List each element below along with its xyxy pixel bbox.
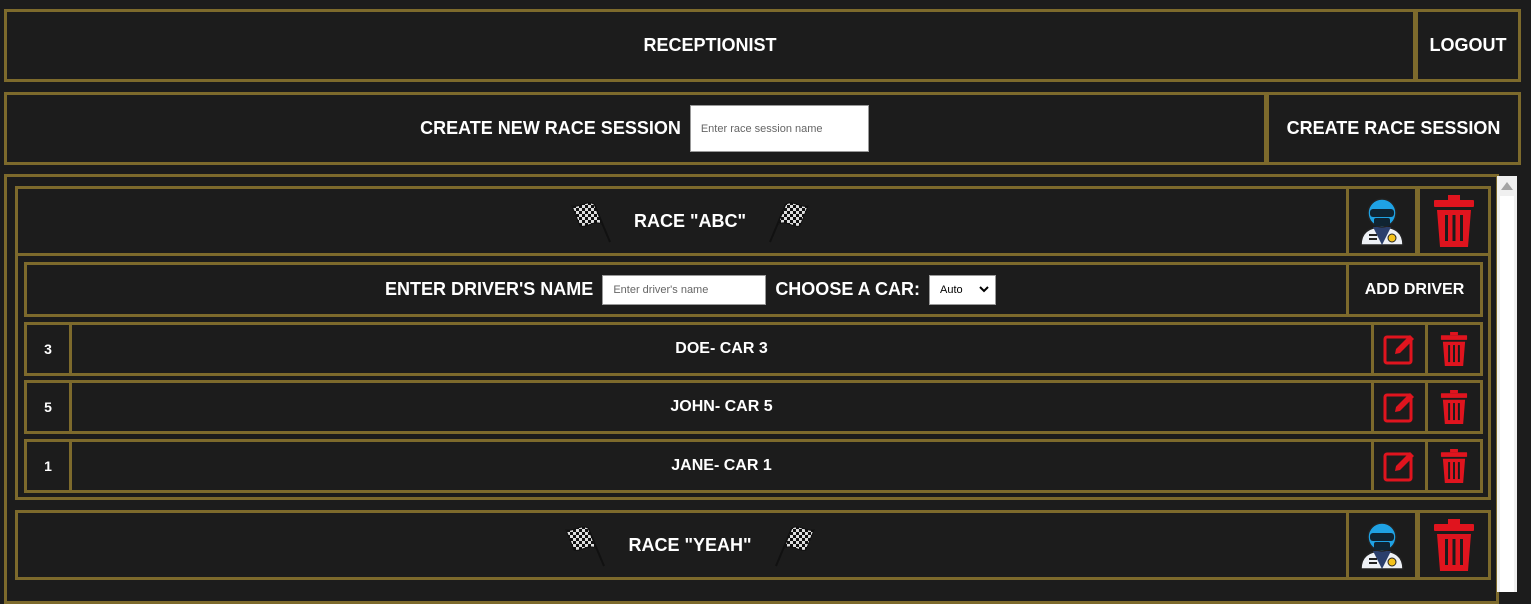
trash-icon — [1434, 195, 1474, 247]
driver-name-input[interactable] — [602, 274, 767, 305]
chevron-down-icon — [979, 286, 989, 293]
delete-race-button[interactable] — [1417, 186, 1491, 256]
choose-car-label: CHOOSE A CAR: — [775, 279, 920, 299]
driver-name-label: ENTER DRIVER'S NAME — [385, 279, 594, 299]
logout-label: LOGOUT — [1429, 35, 1507, 55]
checkered-flag-icon — [571, 202, 611, 243]
assign-drivers-button[interactable] — [1346, 186, 1418, 256]
add-driver-button[interactable]: ADD DRIVER — [1346, 262, 1483, 317]
page-title: RECEPTIONIST — [643, 35, 777, 55]
driver-label: DOE- CAR 3 — [675, 340, 768, 357]
delete-driver-button[interactable] — [1425, 322, 1483, 376]
driver-row: JANE- CAR 1 — [69, 439, 1374, 493]
edit-icon — [1383, 393, 1414, 423]
trash-icon — [1440, 449, 1468, 483]
create-race-session-label: CREATE RACE SESSION — [1286, 118, 1501, 138]
trash-icon — [1440, 390, 1468, 424]
car-select[interactable]: Auto — [928, 274, 996, 305]
edit-driver-button[interactable] — [1371, 439, 1428, 493]
add-driver-label: ADD DRIVER — [1364, 280, 1465, 298]
create-session-bar: CREATE NEW RACE SESSION — [4, 92, 1267, 165]
checkered-flag-icon — [774, 526, 815, 567]
edit-icon — [1383, 452, 1414, 482]
create-session-label: CREATE NEW RACE SESSION — [420, 118, 681, 138]
race-session-name-input[interactable] — [689, 105, 869, 152]
scrollbar-thumb[interactable] — [1500, 196, 1514, 592]
driver-icon — [1360, 522, 1404, 570]
create-race-session-button[interactable]: CREATE RACE SESSION — [1266, 92, 1521, 165]
logout-button[interactable]: LOGOUT — [1415, 9, 1521, 82]
delete-driver-button[interactable] — [1425, 380, 1483, 434]
edit-driver-button[interactable] — [1371, 380, 1428, 434]
driver-car-number: 5 — [24, 380, 72, 434]
edit-driver-button[interactable] — [1371, 322, 1428, 376]
driver-row: DOE- CAR 3 — [69, 322, 1374, 376]
race-title: RACE "ABC" — [633, 210, 747, 231]
race-list-scrollbar[interactable] — [1497, 176, 1517, 592]
add-driver-bar: ENTER DRIVER'S NAME CHOOSE A CAR: Auto — [24, 262, 1349, 317]
driver-row: JOHN- CAR 5 — [69, 380, 1374, 434]
assign-drivers-button[interactable] — [1346, 510, 1418, 580]
delete-race-button[interactable] — [1417, 510, 1491, 580]
driver-label: JANE- CAR 1 — [671, 457, 772, 474]
race-header: RACE "YEAH" — [15, 510, 1349, 580]
scroll-up-arrow-icon[interactable] — [1501, 182, 1513, 190]
driver-car-number: 3 — [24, 322, 72, 376]
race-title: RACE "YEAH" — [628, 534, 752, 555]
edit-icon — [1383, 335, 1414, 365]
header-title-bar: RECEPTIONIST — [4, 9, 1416, 82]
delete-driver-button[interactable] — [1425, 439, 1483, 493]
driver-icon — [1360, 198, 1404, 246]
car-select-value: Auto — [939, 283, 963, 296]
trash-icon — [1434, 519, 1474, 571]
checkered-flag-icon — [565, 526, 606, 567]
checkered-flag-icon — [769, 202, 809, 243]
race-header: RACE "ABC" — [15, 186, 1349, 256]
driver-car-number: 1 — [24, 439, 72, 493]
trash-icon — [1440, 332, 1468, 366]
driver-label: JOHN- CAR 5 — [670, 398, 773, 415]
